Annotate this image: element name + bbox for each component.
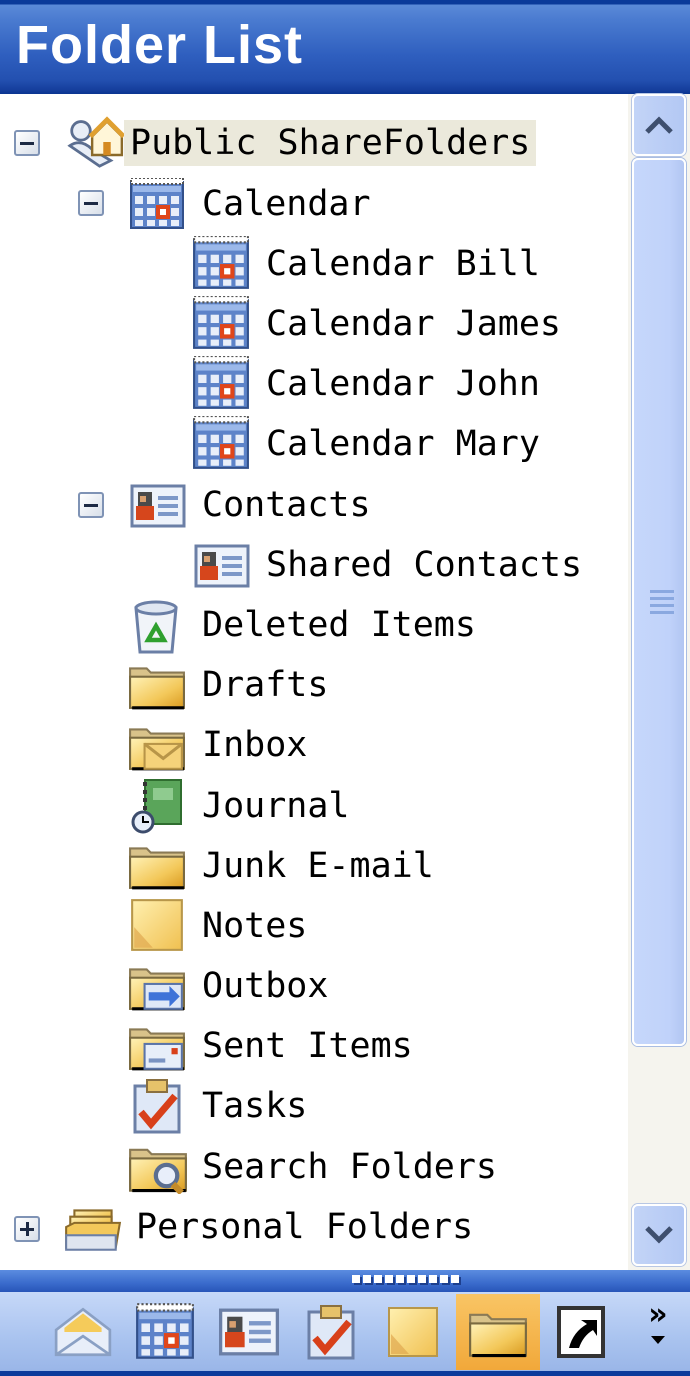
tasks-icon [305, 1303, 357, 1361]
contacts-icon [128, 484, 188, 528]
splitter-grip-icon [352, 1275, 459, 1283]
tree-item-label[interactable]: Junk E-mail [196, 843, 440, 889]
pane-splitter[interactable] [0, 1270, 690, 1292]
public-folders-icon [64, 116, 124, 168]
folder-tree: Public ShareFolders Calendar Calendar Bi… [0, 94, 628, 1270]
tree-item-label[interactable]: Calendar Mary [260, 421, 546, 467]
tree-item-label[interactable]: Calendar John [260, 361, 546, 407]
deleted-items-icon [128, 598, 184, 654]
collapse-button[interactable] [78, 492, 104, 518]
tree-item-label[interactable]: Deleted Items [196, 602, 482, 648]
tree-item-label[interactable]: Shared Contacts [260, 542, 588, 588]
chevron-up-icon [645, 116, 673, 134]
nav-button-notes[interactable] [374, 1294, 452, 1370]
dropdown-arrow-icon [651, 1336, 665, 1344]
calendar-icon [135, 1303, 195, 1361]
tree-item-label[interactable]: Calendar James [260, 301, 567, 347]
calendar-icon [192, 356, 250, 410]
tree-item-label[interactable]: Drafts [196, 662, 334, 708]
folder-icon [468, 1306, 528, 1358]
folder-list-header: Folder List [0, 0, 690, 94]
scroll-down-button[interactable] [632, 1204, 686, 1266]
contacts-icon [218, 1308, 280, 1356]
folder-icon [128, 840, 186, 890]
collapse-button[interactable] [78, 190, 104, 216]
scroll-up-button[interactable] [632, 94, 686, 156]
mail-icon [52, 1304, 114, 1360]
inbox-icon [128, 720, 186, 772]
nav-button-shortcuts[interactable] [542, 1294, 620, 1370]
nav-button-calendar[interactable] [126, 1294, 204, 1370]
contacts-icon [192, 544, 252, 588]
tree-item-label[interactable]: Public ShareFolders [124, 120, 537, 166]
tree-item-label[interactable]: Notes [196, 903, 313, 949]
outbox-icon [128, 960, 186, 1012]
tree-item-label[interactable]: Inbox [196, 722, 313, 768]
expand-button[interactable] [14, 1216, 40, 1242]
nav-button-tasks[interactable] [292, 1294, 370, 1370]
tree-item-label[interactable]: Calendar Bill [260, 241, 546, 287]
navigation-button-bar: » [0, 1292, 690, 1376]
vertical-scrollbar[interactable] [628, 94, 690, 1270]
header-title: Folder List [16, 15, 304, 75]
tree-item-label[interactable]: Journal [196, 783, 356, 829]
calendar-icon [192, 416, 250, 470]
tree-item-label[interactable]: Tasks [196, 1083, 313, 1129]
notes-icon [385, 1303, 441, 1361]
calendar-icon [192, 296, 250, 350]
tree-item-label[interactable]: Personal Folders [130, 1204, 479, 1250]
personal-folders-icon [62, 1198, 124, 1256]
chevron-down-icon [645, 1226, 673, 1244]
tree-item-label[interactable]: Contacts [196, 482, 377, 528]
collapse-button[interactable] [14, 130, 40, 156]
shortcut-icon [555, 1303, 607, 1361]
tree-item-label[interactable]: Calendar [196, 181, 377, 227]
configure-buttons-button[interactable]: » [638, 1300, 678, 1364]
nav-button-folder-list[interactable] [456, 1294, 540, 1370]
grip-icon [650, 590, 674, 618]
tree-item-label[interactable]: Search Folders [196, 1144, 503, 1190]
sent-items-icon [128, 1020, 186, 1072]
double-chevron-icon: » [648, 1297, 668, 1332]
nav-button-mail[interactable] [44, 1294, 122, 1370]
search-folders-icon [128, 1140, 188, 1194]
calendar-icon [128, 178, 186, 230]
tasks-icon [130, 1078, 184, 1134]
journal-icon [128, 778, 186, 834]
tree-item-label[interactable]: Sent Items [196, 1023, 419, 1069]
notes-icon [128, 898, 186, 952]
calendar-icon [192, 236, 250, 290]
tree-item-label[interactable]: Outbox [196, 963, 334, 1009]
scrollbar-thumb[interactable] [632, 158, 686, 1046]
nav-button-contacts[interactable] [210, 1294, 288, 1370]
folder-icon [128, 660, 186, 710]
